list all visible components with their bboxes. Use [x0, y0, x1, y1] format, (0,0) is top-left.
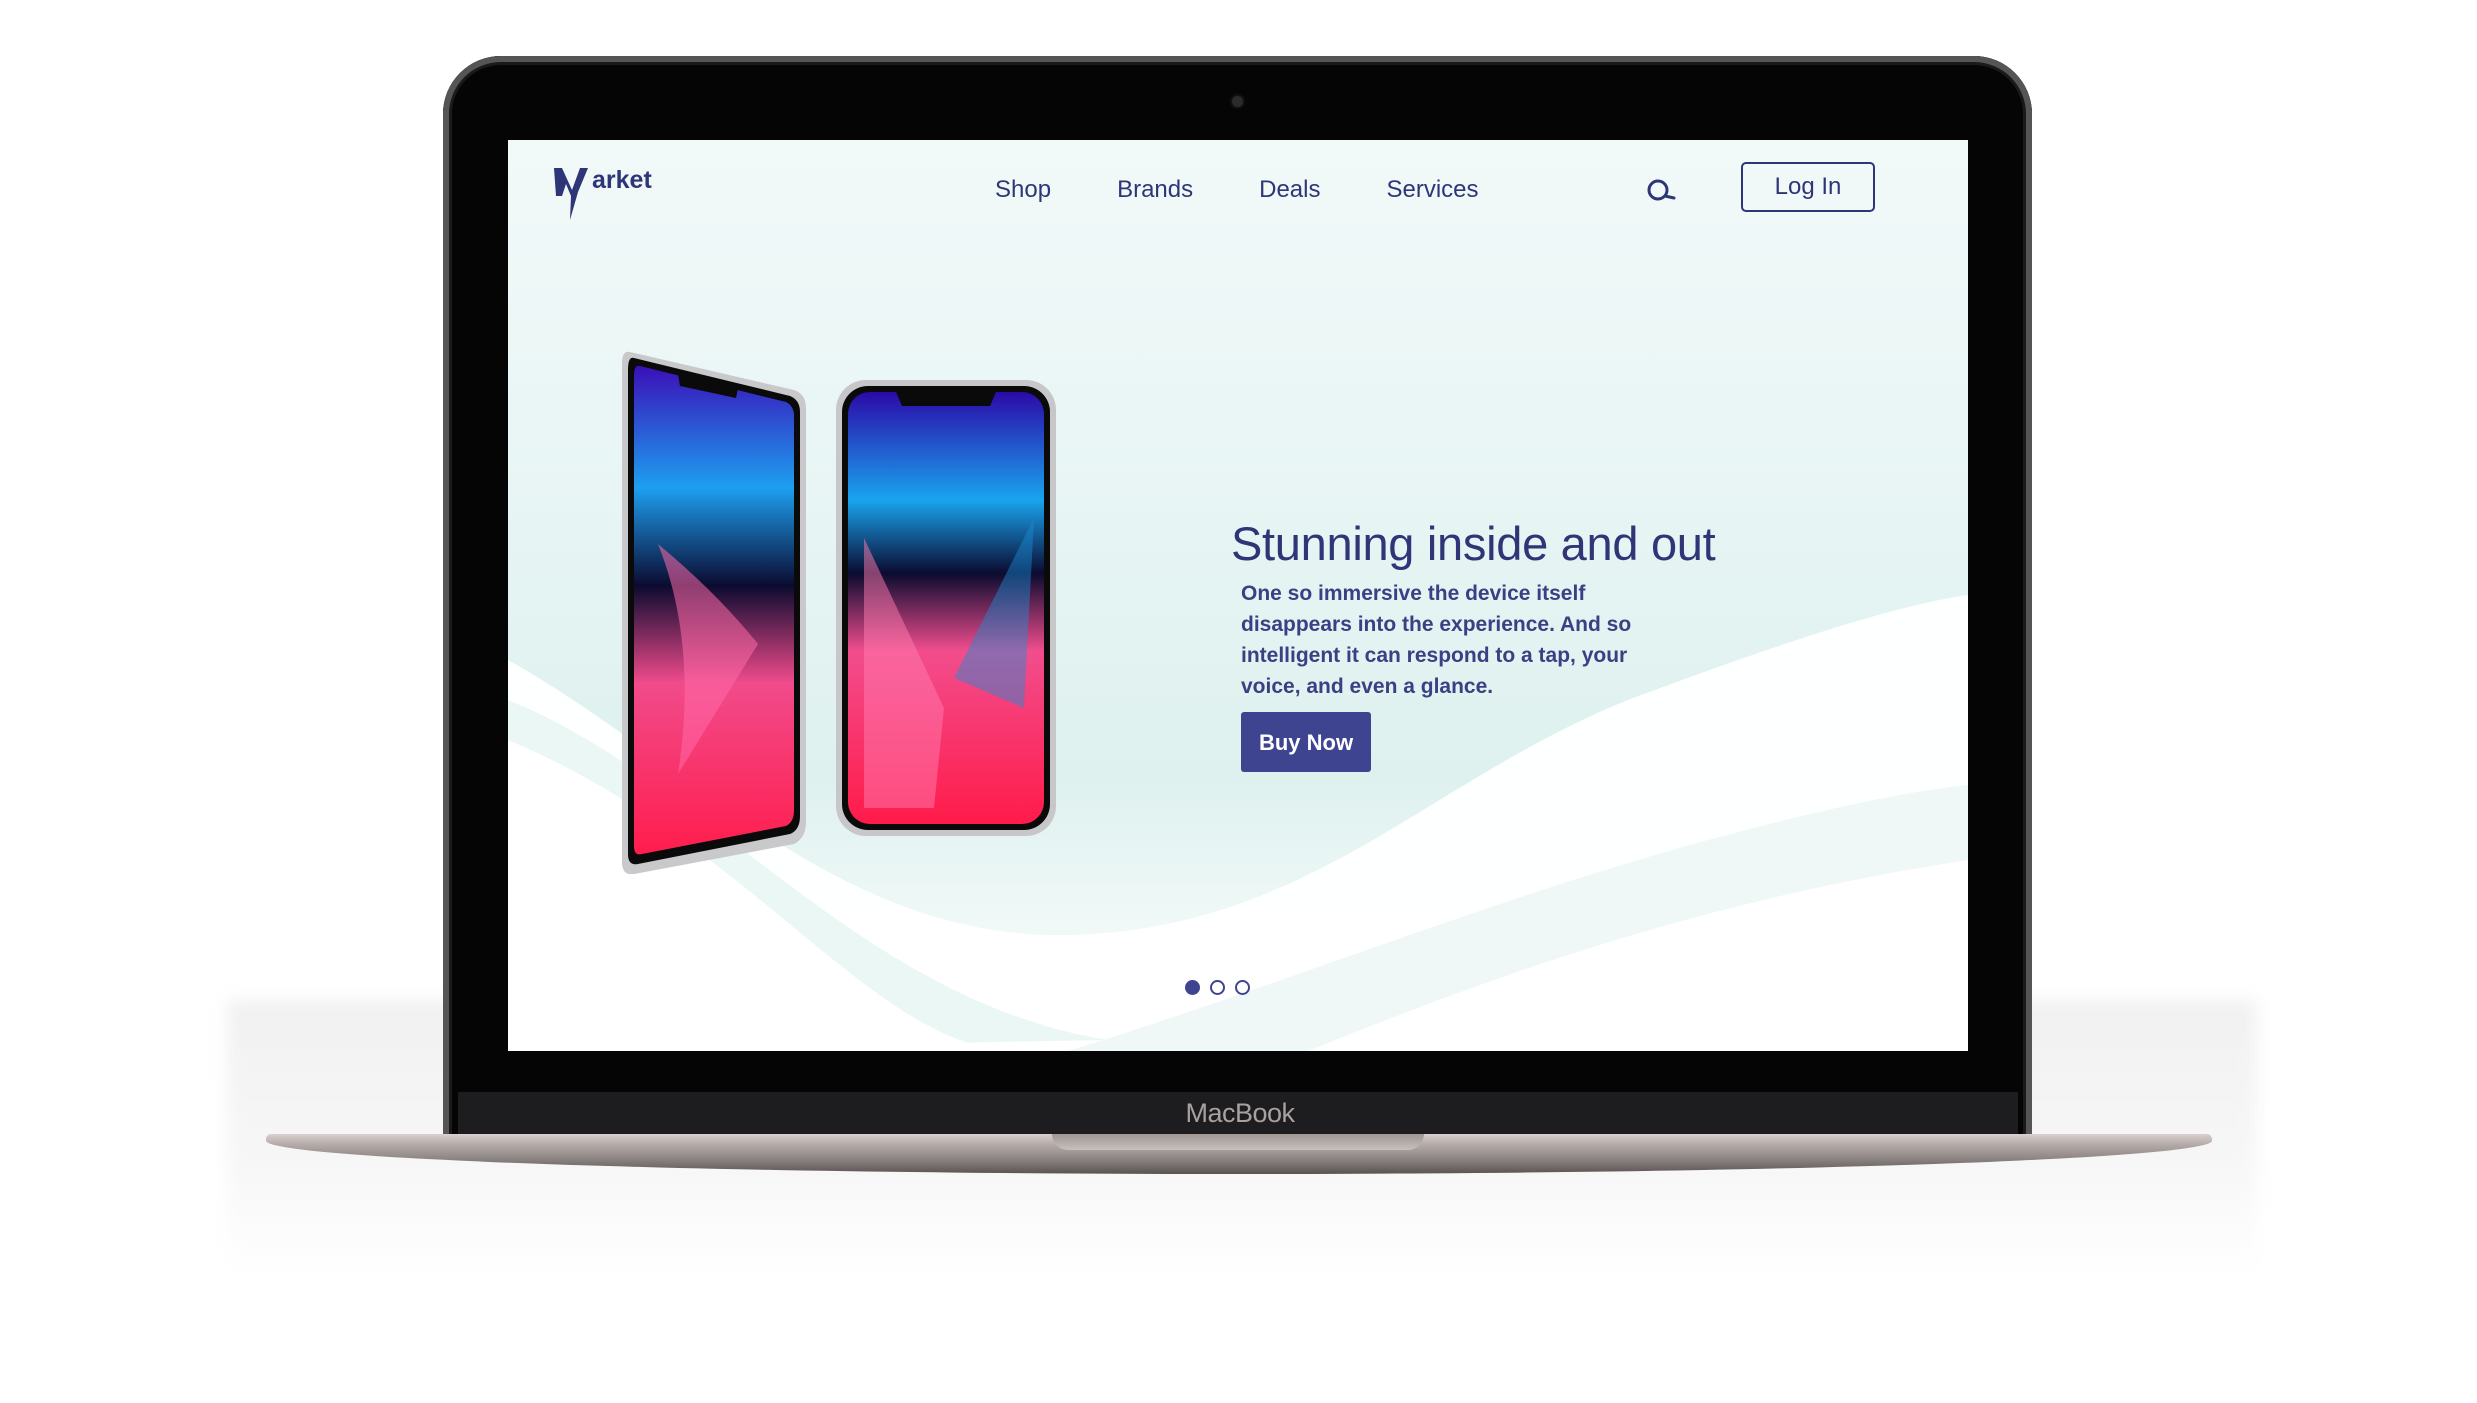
hero-description: One so immersive the device itself disap…	[1241, 582, 1632, 698]
hero-headline: Stunning inside and out	[1231, 517, 1716, 571]
phone-image-right	[836, 380, 1056, 836]
phone-image-left	[622, 351, 806, 874]
carousel-dot-2[interactable]	[1210, 980, 1225, 995]
camera-icon	[1232, 96, 1243, 107]
carousel-dot-1[interactable]	[1185, 980, 1200, 995]
nav-deals[interactable]: Deals	[1259, 170, 1320, 210]
carousel-indicators	[1185, 980, 1250, 996]
carousel-dot-3[interactable]	[1235, 980, 1250, 995]
nav-services[interactable]: Services	[1386, 170, 1478, 210]
website-screen: arket Shop Brands Deals Services Log In	[508, 140, 1968, 1051]
main-nav: Shop Brands Deals Services	[995, 170, 1545, 210]
nav-brands[interactable]: Brands	[1117, 170, 1193, 210]
laptop-notch	[1052, 1134, 1424, 1150]
nav-shop[interactable]: Shop	[995, 170, 1051, 210]
buy-now-button[interactable]: Buy Now	[1241, 712, 1371, 772]
logo-mark-icon	[554, 168, 588, 220]
logo-text: arket	[592, 166, 652, 194]
laptop-brand-label: MacBook	[1185, 1098, 1295, 1128]
brand-logo[interactable]: arket	[552, 160, 662, 224]
login-button[interactable]: Log In	[1741, 162, 1875, 212]
search-icon[interactable]	[1645, 176, 1679, 206]
